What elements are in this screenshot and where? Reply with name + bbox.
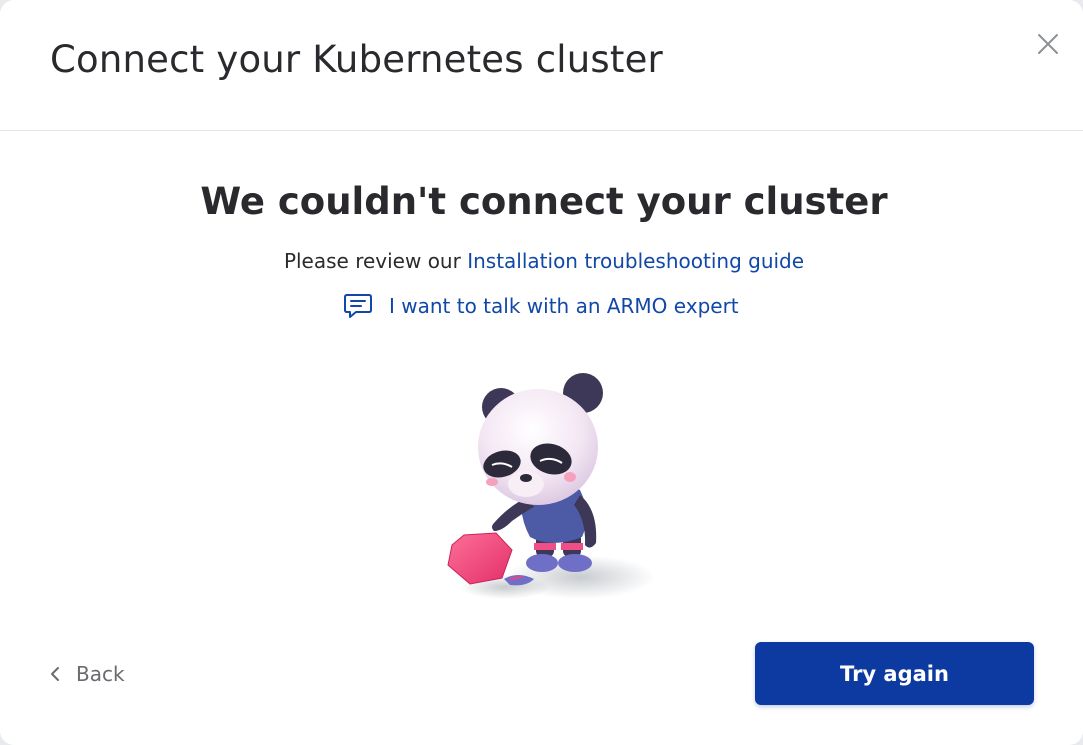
- expert-link-label: I want to talk with an ARMO expert: [389, 294, 739, 318]
- connect-cluster-dialog: Connect your Kubernetes cluster We could…: [0, 0, 1083, 745]
- panda-mascot-illustration: [430, 365, 670, 610]
- dialog-title: Connect your Kubernetes cluster: [50, 38, 663, 81]
- review-guide-text: Please review our Installation troublesh…: [0, 249, 1083, 273]
- panda-mascot-graphic: [447, 373, 655, 599]
- try-again-button[interactable]: Try again: [755, 642, 1034, 705]
- close-icon: [1038, 34, 1058, 54]
- connection-error-heading: We couldn't connect your cluster: [200, 180, 888, 223]
- review-prefix: Please review our: [283, 249, 468, 273]
- chat-bubble-icon: [344, 294, 372, 318]
- chevron-left-icon: [51, 667, 59, 681]
- close-button[interactable]: [1034, 30, 1062, 58]
- talk-to-expert-link[interactable]: I want to talk with an ARMO expert: [343, 291, 739, 321]
- dialog-header: Connect your Kubernetes cluster: [0, 0, 1083, 131]
- troubleshooting-guide-link[interactable]: Installation troubleshooting guide: [467, 249, 804, 273]
- back-button[interactable]: Back: [48, 658, 125, 690]
- back-button-label: Back: [76, 662, 125, 686]
